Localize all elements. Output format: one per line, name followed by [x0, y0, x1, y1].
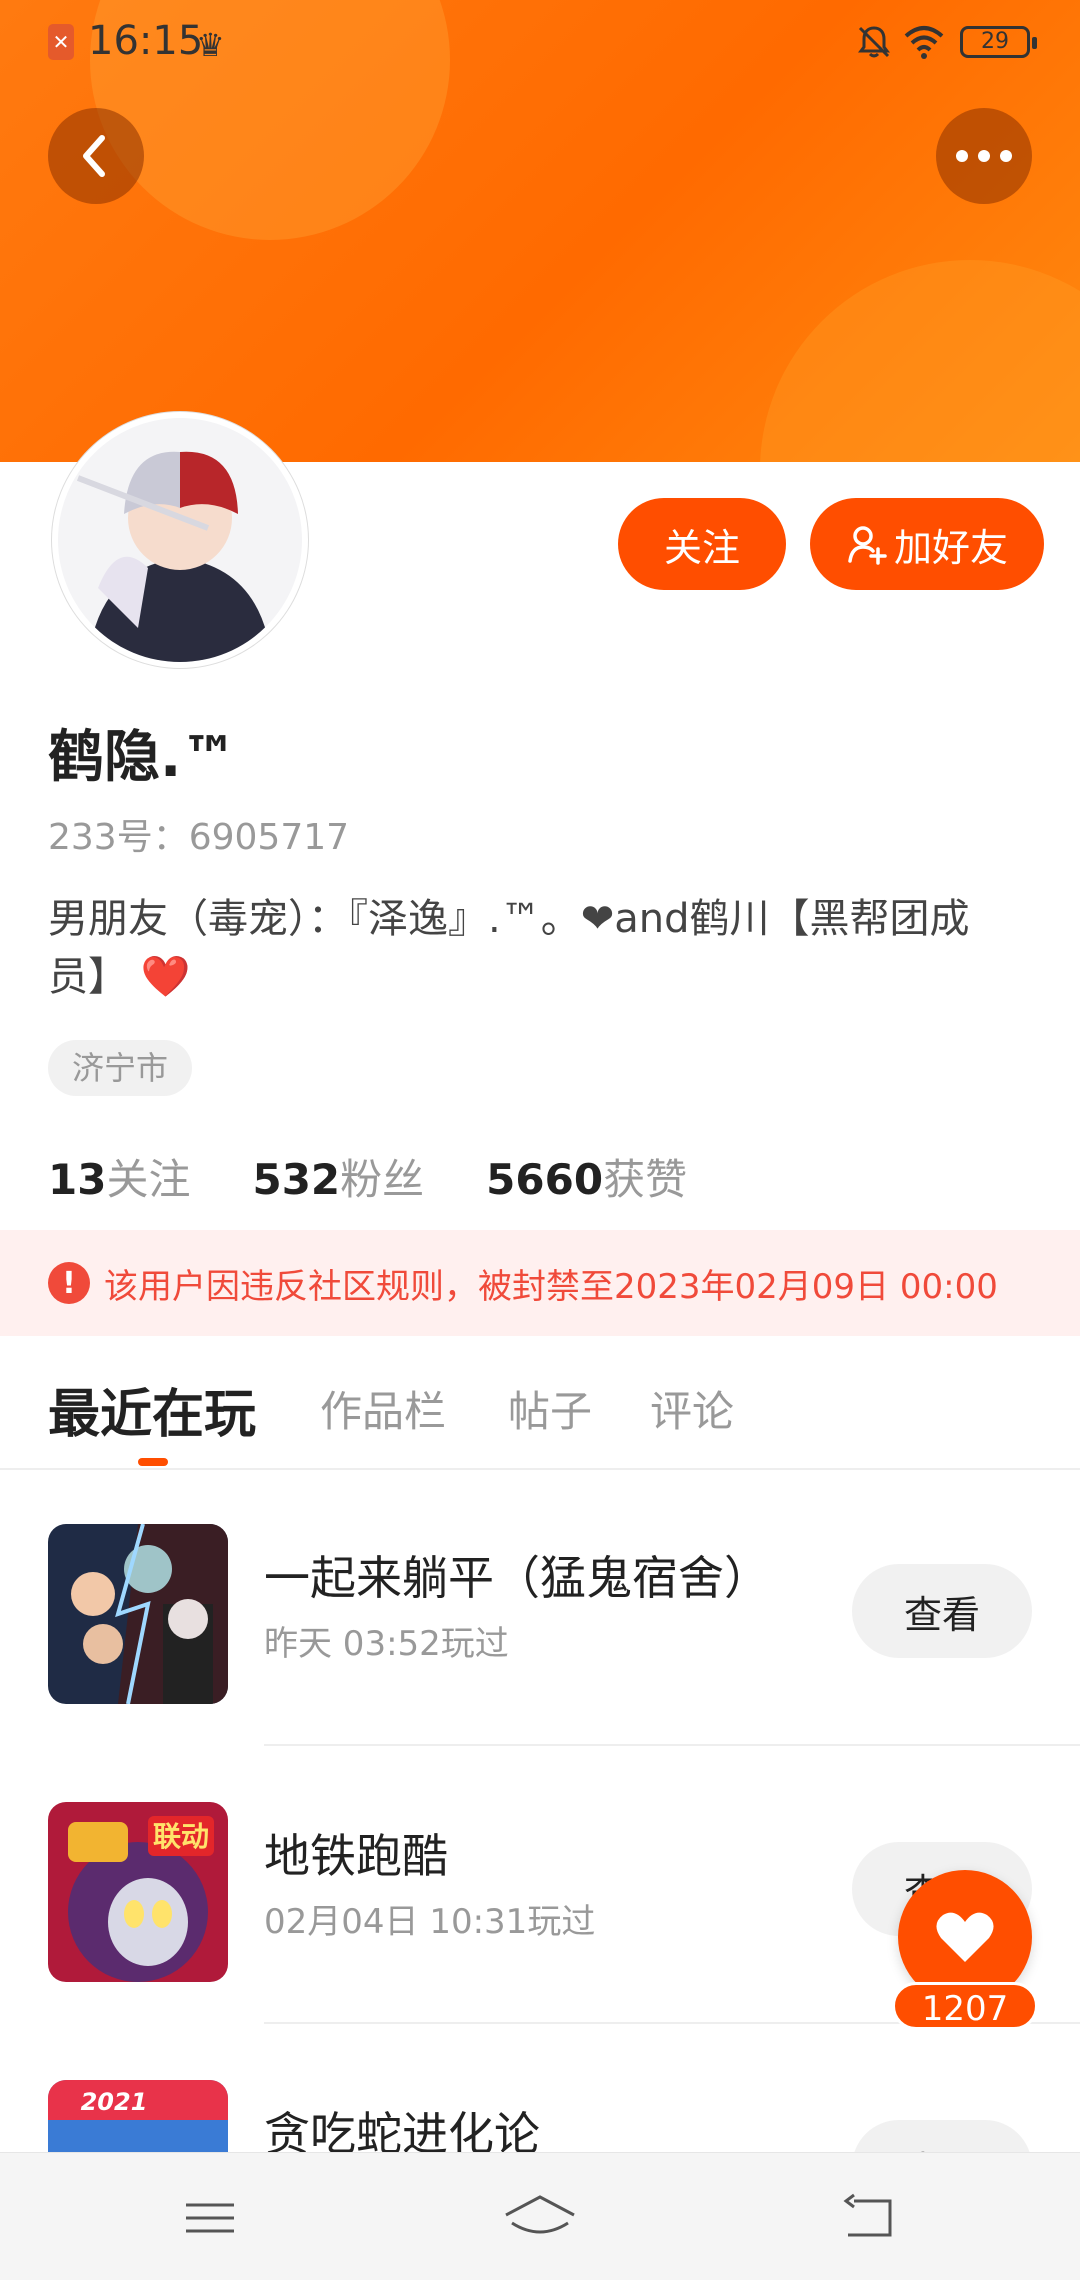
- stat-label: 获赞: [603, 1155, 688, 1204]
- tab-recent-play[interactable]: 最近在玩: [48, 1372, 256, 1447]
- mute-bell-icon: [858, 26, 890, 58]
- crown-icon: ♛: [196, 26, 225, 64]
- game-played-time: 昨天 03:52玩过: [264, 1624, 509, 1664]
- stat-following[interactable]: 13关注: [48, 1146, 190, 1207]
- system-nav-bar: [0, 2152, 1080, 2280]
- game-icon-badge: 2021: [81, 2088, 148, 2116]
- stat-fans[interactable]: 532粉丝: [252, 1146, 424, 1207]
- heart-emoji: ❤️: [140, 954, 191, 1000]
- stat-num: 532: [252, 1155, 341, 1204]
- more-dots-icon: [956, 150, 1012, 162]
- add-person-icon: [848, 526, 887, 565]
- more-button[interactable]: [936, 108, 1032, 204]
- game-played-time: 02月04日 10:31玩过: [264, 1902, 596, 1942]
- stat-label: 关注: [106, 1155, 191, 1204]
- view-button[interactable]: 查看: [852, 1564, 1032, 1658]
- follow-button[interactable]: 关注: [618, 498, 786, 590]
- list-item[interactable]: 一起来躺平（猛鬼宿舍） 昨天 03:52玩过 查看: [0, 1468, 1080, 1746]
- avatar[interactable]: [52, 412, 308, 668]
- like-count: 1207: [892, 1982, 1038, 2030]
- sim-icon: ✕: [48, 24, 74, 60]
- battery-icon: 29: [960, 26, 1037, 58]
- back-button[interactable]: [48, 108, 144, 204]
- game-icon: 联动: [48, 1802, 228, 1982]
- game-icon: [48, 1524, 228, 1704]
- stat-num: 13: [48, 1155, 107, 1204]
- location-tag[interactable]: 济宁市: [48, 1040, 193, 1096]
- heart-icon: [936, 1912, 994, 1962]
- status-time: 16:15: [88, 18, 204, 64]
- user-id: 233号：6905717: [48, 817, 350, 858]
- back-nav-icon[interactable]: [840, 2193, 900, 2243]
- game-title: 一起来躺平（猛鬼宿舍）: [264, 1551, 770, 1605]
- add-friend-label: 加好友: [893, 525, 1008, 570]
- stat-num: 5660: [486, 1155, 604, 1204]
- banner-decoration: [760, 260, 1080, 462]
- stats-row: 13关注 532粉丝 5660获赞: [48, 1146, 687, 1207]
- menu-icon[interactable]: [180, 2193, 240, 2243]
- add-friend-button[interactable]: 加好友: [810, 498, 1044, 590]
- warning-icon: !: [48, 1262, 90, 1304]
- tab-bar: 最近在玩 作品栏 帖子 评论: [0, 1336, 1080, 1470]
- tab-posts[interactable]: 帖子: [508, 1378, 592, 1439]
- ban-notice-text: 该用户因违反社区规则，被封禁至2023年02月09日 00:00: [104, 1266, 998, 1307]
- home-icon[interactable]: [502, 2193, 578, 2243]
- wifi-icon: [904, 26, 944, 59]
- svg-text:联动: 联动: [153, 1820, 209, 1853]
- username: 鹤隐.™: [48, 725, 238, 790]
- chevron-left-icon: [83, 135, 105, 177]
- avatar-image: [58, 418, 302, 662]
- tab-works[interactable]: 作品栏: [320, 1378, 446, 1439]
- tab-indicator: [138, 1458, 168, 1466]
- tab-comments[interactable]: 评论: [650, 1378, 734, 1439]
- ban-notice: ! 该用户因违反社区规则，被封禁至2023年02月09日 00:00: [0, 1230, 1080, 1336]
- status-bar: ✕ 16:15 ♛ 29: [0, 0, 1080, 84]
- stat-label: 粉丝: [340, 1155, 425, 1204]
- stat-likes[interactable]: 5660获赞: [486, 1146, 687, 1207]
- game-title: 地铁跑酷: [264, 1829, 448, 1883]
- bio: 男朋友（毒宠）：『泽逸』.™。❤and鹤川【黑帮团成员】 ❤️: [48, 890, 1028, 1006]
